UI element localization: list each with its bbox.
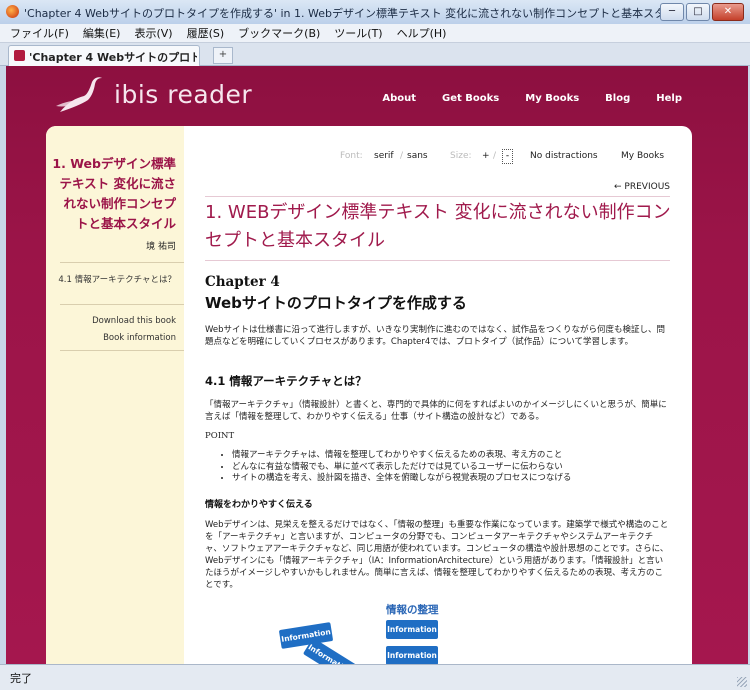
book-sidebar: 1. Webデザイン標準テキスト 変化に流されない制作コンセプトと基本スタイル …: [46, 126, 184, 664]
diagram-box: Information: [386, 620, 438, 639]
nav-blog[interactable]: Blog: [605, 93, 630, 104]
section-paragraph: 「情報アーキテクチャ」（情報設計）と書くと、専門的で具体的に何をすればよいのかイ…: [205, 400, 667, 422]
tab-label: 'Chapter 4 Webサイトのプロトタイ...: [29, 51, 197, 64]
reading-area: Font: serif / sans Size: + / - No distra…: [184, 126, 692, 664]
maximize-button[interactable]: □: [686, 3, 710, 21]
tab-active[interactable]: 'Chapter 4 Webサイトのプロトタイ...: [8, 45, 200, 66]
nav-about[interactable]: About: [382, 93, 416, 104]
sidebar-book-title[interactable]: 1. Webデザイン標準テキスト 変化に流されない制作コンセプトと基本スタイル: [52, 154, 176, 234]
download-book-link[interactable]: Download this book: [52, 316, 176, 326]
sidebar-author: 境 祐司: [146, 242, 176, 252]
subsection-heading: 情報をわかりやすく伝える: [205, 500, 313, 510]
nav-help[interactable]: Help: [656, 93, 682, 104]
point-label: POINT: [205, 431, 235, 441]
size-increase-button[interactable]: +: [482, 151, 490, 161]
size-label: Size:: [450, 151, 472, 161]
divider: [60, 350, 184, 351]
reader-toolbar: Font: serif / sans Size: + / - No distra…: [184, 149, 666, 165]
site-nav: About Get Books My Books Blog Help: [382, 93, 682, 104]
font-separator: /: [400, 151, 404, 161]
close-button[interactable]: ✕: [712, 3, 744, 21]
diagram-box: Information: [302, 637, 358, 664]
divider: [205, 260, 670, 261]
divider: [60, 304, 184, 305]
font-sans-option[interactable]: sans: [407, 151, 428, 161]
list-item: どんなに有益な情報でも、単に並べて表示しただけでは見ているユーザーに伝わらない: [232, 462, 672, 474]
menu-tools[interactable]: ツール(T): [334, 24, 382, 42]
chapter-title: Webサイトのプロトタイプを作成する: [205, 294, 467, 312]
font-serif-option[interactable]: serif: [374, 151, 394, 161]
ibis-logo-icon: [56, 77, 102, 112]
divider: [60, 262, 184, 263]
page-viewport: ibis reader About Get Books My Books Blo…: [6, 66, 748, 664]
sidebar-toc-item[interactable]: 4.1 情報アーキテクチャとは？: [52, 274, 176, 287]
divider: [205, 196, 670, 197]
list-item: サイトの構造を考え、設計図を描き、全体を俯瞰しながら視覚表現のプロセスにつなげる: [232, 473, 672, 485]
reader-panel: 1. Webデザイン標準テキスト 変化に流されない制作コンセプトと基本スタイル …: [46, 126, 692, 664]
no-distractions-button[interactable]: No distractions: [530, 151, 598, 161]
menu-history[interactable]: 履歴(S): [187, 24, 225, 42]
firefox-icon: [6, 5, 19, 18]
window-controls: ─ □ ✕: [660, 3, 744, 21]
diagram-title: 情報の整理: [386, 604, 439, 616]
point-list: 情報アーキテクチャは、情報を整理してわかりやすく伝えるための表現、考え方のこと …: [222, 450, 672, 485]
diagram-box: Information: [386, 646, 438, 664]
menu-help[interactable]: ヘルプ(H): [397, 24, 447, 42]
previous-link[interactable]: ← PREVIOUS: [614, 182, 670, 192]
list-item: 情報アーキテクチャは、情報を整理してわかりやすく伝えるための表現、考え方のこと: [232, 450, 672, 462]
tab-bar: 'Chapter 4 Webサイトのプロトタイ... +: [0, 43, 750, 66]
window-titlebar: 'Chapter 4 Webサイトのプロトタイプを作成する' in 1. Web…: [0, 0, 750, 25]
menu-file[interactable]: ファイル(F): [10, 24, 69, 42]
nav-get-books[interactable]: Get Books: [442, 93, 499, 104]
status-bar: 完了: [0, 664, 750, 690]
font-label: Font:: [340, 151, 363, 161]
size-decrease-button[interactable]: -: [502, 149, 513, 164]
subsection-paragraph: Webデザインは、見栄えを整えるだけではなく、「情報の整理」も重要な作業になって…: [205, 520, 669, 590]
book-heading: 1. WEBデザイン標準テキスト 変化に流されない制作コンセプトと基本スタイル: [205, 202, 671, 251]
menu-edit[interactable]: 編集(E): [83, 24, 121, 42]
menu-bookmarks[interactable]: ブックマーク(B): [238, 24, 320, 42]
nav-my-books[interactable]: My Books: [525, 93, 579, 104]
section-heading: 4.1 情報アーキテクチャとは？: [205, 374, 367, 388]
minimize-button[interactable]: ─: [660, 3, 684, 21]
resize-grip-icon[interactable]: [737, 677, 747, 687]
chapter-intro: Webサイトは仕様書に沿って進行しますが、いきなり実制作に進むのではなく、試作品…: [205, 325, 665, 347]
window-title: 'Chapter 4 Webサイトのプロトタイプを作成する' in 1. Web…: [24, 7, 664, 20]
site-logo-text[interactable]: ibis reader: [114, 80, 252, 109]
my-books-link[interactable]: My Books: [621, 151, 664, 161]
chapter-label: Chapter 4: [205, 274, 280, 290]
new-tab-button[interactable]: +: [213, 47, 233, 64]
book-information-link[interactable]: Book information: [52, 333, 176, 343]
site-favicon-icon: [14, 50, 25, 61]
menu-view[interactable]: 表示(V): [134, 24, 172, 42]
status-text: 完了: [10, 672, 32, 685]
size-separator: /: [493, 151, 497, 161]
menu-bar: ファイル(F) 編集(E) 表示(V) 履歴(S) ブックマーク(B) ツール(…: [0, 24, 750, 43]
